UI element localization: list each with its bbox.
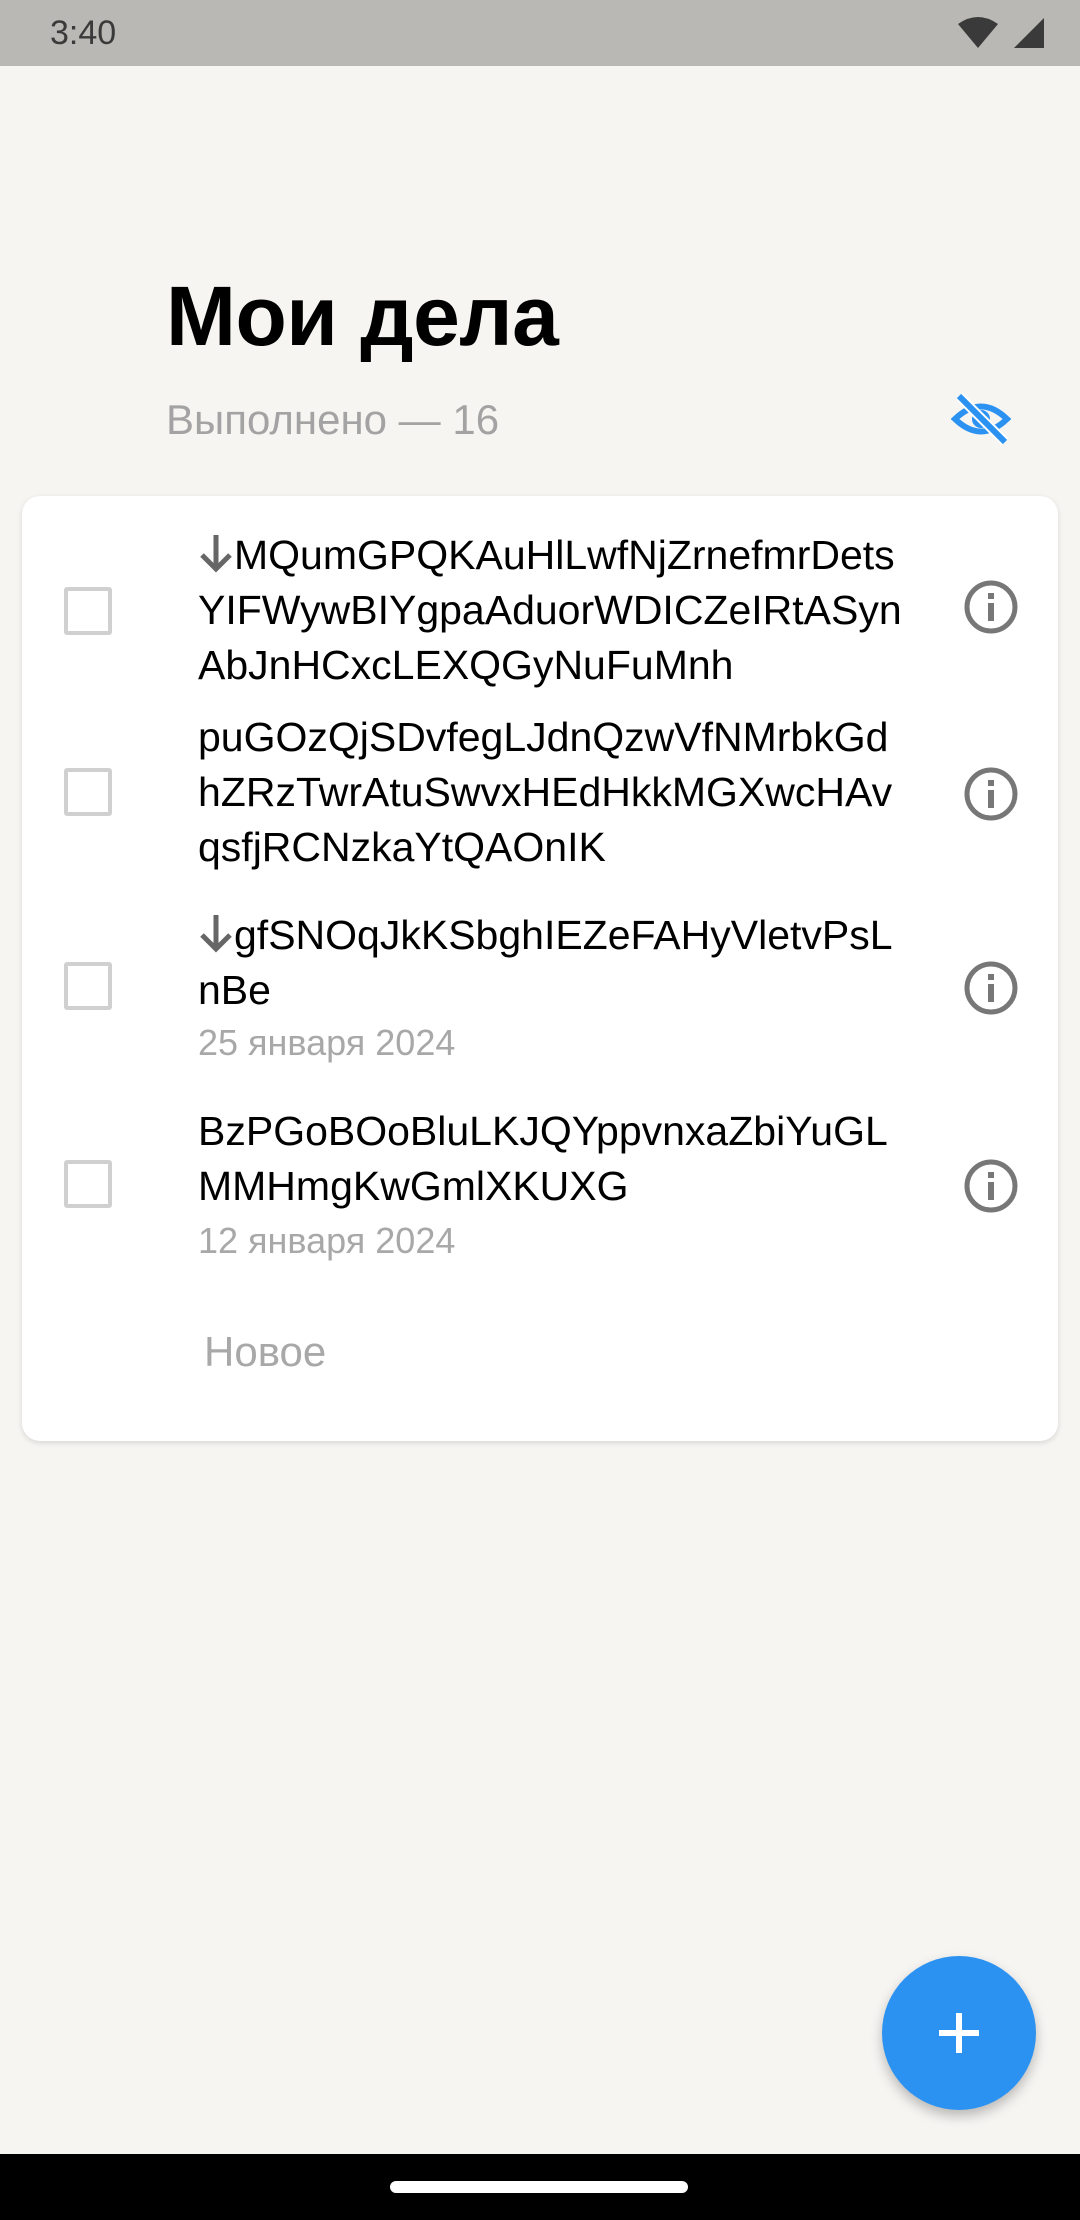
eye-off-icon <box>951 392 1011 446</box>
task-info-button[interactable] <box>962 578 1020 636</box>
navigation-bar <box>0 2154 1080 2220</box>
signal-icon <box>1014 18 1044 48</box>
task-text-wrap: MQumGPQKAuHlLwfNjZrnefmrDetsYIFWywBIYgpa… <box>198 528 908 693</box>
task-date: 25 января 2024 <box>198 1022 456 1063</box>
status-bar: 3:40 <box>0 0 1080 66</box>
task-date: 12 января 2024 <box>198 1220 456 1261</box>
visibility-toggle-button[interactable] <box>946 388 1016 450</box>
plus-icon <box>939 2013 979 2053</box>
task-checkbox[interactable] <box>64 768 112 816</box>
info-icon <box>964 580 1018 634</box>
task-checkbox[interactable] <box>64 1160 112 1208</box>
wifi-icon <box>958 17 998 48</box>
task-info-button[interactable] <box>962 959 1020 1017</box>
task-text: MQumGPQKAuHlLwfNjZrnefmrDetsYIFWywBIYgpa… <box>198 532 902 688</box>
add-task-fab[interactable] <box>882 1956 1036 2110</box>
tasks-card: MQumGPQKAuHlLwfNjZrnefmrDetsYIFWywBIYgpa… <box>22 496 1058 1441</box>
status-time: 3:40 <box>50 13 117 52</box>
task-info-button[interactable] <box>962 1157 1020 1215</box>
info-icon <box>964 961 1018 1015</box>
task-text: puGOzQjSDvfegLJdnQzwVfNMrbkGdhZRzTwrAtuS… <box>198 714 893 870</box>
task-text: gfSNOqJkKSbghIEZeFAHyVletvPsLnBe <box>198 912 893 1013</box>
page-title: Мои дела <box>166 269 559 363</box>
status-icons <box>958 16 1046 50</box>
task-info-button[interactable] <box>962 765 1020 823</box>
arrow-down-icon <box>200 915 232 953</box>
task-item[interactable]: MQumGPQKAuHlLwfNjZrnefmrDetsYIFWywBIYgpa… <box>22 496 1058 688</box>
task-text: BzPGoBOoBluLKJQYppvnxaZbiYuGLMMHmgKwGmlX… <box>198 1108 888 1209</box>
arrow-down-icon <box>200 535 232 573</box>
info-icon <box>964 767 1018 821</box>
task-checkbox[interactable] <box>64 587 112 635</box>
info-icon <box>964 1159 1018 1213</box>
task-item[interactable]: BzPGoBOoBluLKJQYppvnxaZbiYuGLMMHmgKwGmlX… <box>22 1104 1058 1284</box>
task-text-wrap: gfSNOqJkKSbghIEZeFAHyVletvPsLnBe <box>198 908 908 1018</box>
done-counter: Выполнено — 16 <box>166 396 500 443</box>
task-checkbox[interactable] <box>64 962 112 1010</box>
task-item[interactable]: puGOzQjSDvfegLJdnQzwVfNMrbkGdhZRzTwrAtuS… <box>22 686 1058 871</box>
new-task-button[interactable]: Новое <box>204 1328 326 1376</box>
task-item[interactable]: gfSNOqJkKSbghIEZeFAHyVletvPsLnBe 25 янва… <box>22 906 1058 1086</box>
home-handle[interactable] <box>390 2181 688 2193</box>
